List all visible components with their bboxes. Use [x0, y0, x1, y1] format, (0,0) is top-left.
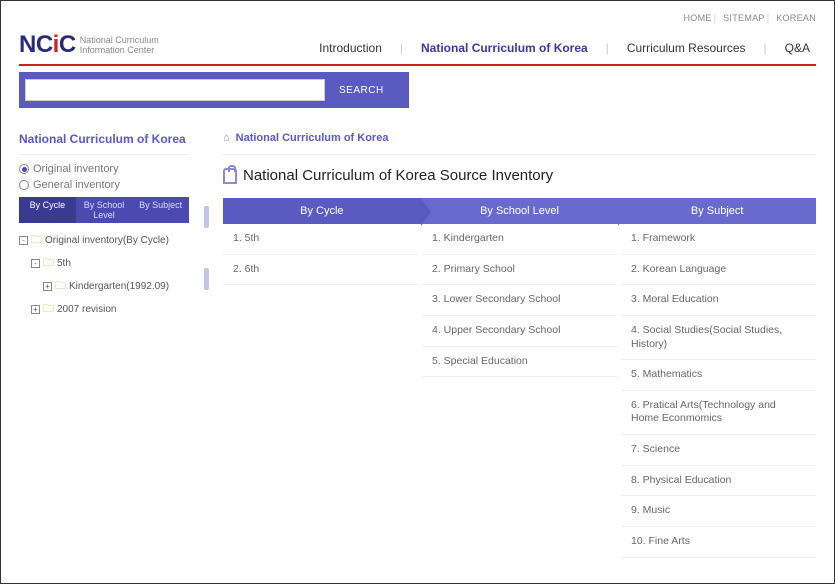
nav-qa[interactable]: Q&A — [779, 37, 816, 59]
list-item[interactable]: 1. 5th — [223, 224, 418, 255]
splitter-handle[interactable] — [204, 268, 209, 290]
radio-icon — [19, 180, 29, 190]
col-by-cycle: 1. 5th 2. 6th — [223, 224, 418, 558]
col-by-school: 1. Kindergarten 2. Primary School 3. Low… — [422, 224, 617, 558]
list-item[interactable]: 2. Primary School — [422, 255, 617, 286]
nav-introduction[interactable]: Introduction — [313, 37, 388, 59]
sidebar-title: National Curriculum of Korea — [19, 126, 189, 155]
breadcrumb-current: National Curriculum of Korea — [236, 132, 389, 144]
top-links: HOME| SITEMAP| KOREAN — [19, 13, 816, 23]
tree-node-kindergarten[interactable]: + 🗀 Kindergarten(1992.09) — [19, 275, 189, 298]
list-item[interactable]: 1. Kindergarten — [422, 224, 617, 255]
folder-icon: 🗀 — [31, 231, 42, 250]
col-head-cycle[interactable]: By Cycle — [223, 198, 421, 224]
sidebar: National Curriculum of Korea Original in… — [19, 126, 189, 558]
collapse-icon[interactable]: - — [19, 236, 28, 245]
toplink-korean[interactable]: KOREAN — [776, 13, 816, 23]
radio-original-inventory[interactable]: Original inventory — [19, 161, 189, 177]
page-title: National Curriculum of Korea Source Inve… — [223, 155, 816, 198]
main-nav: Introduction | National Curriculum of Ko… — [313, 37, 816, 59]
splitter-handle[interactable] — [204, 206, 209, 228]
list-item[interactable]: 7. Science — [621, 435, 816, 466]
list-item[interactable]: 4. Upper Secondary School — [422, 316, 617, 347]
list-item[interactable]: 3. Lower Secondary School — [422, 285, 617, 316]
toplink-home[interactable]: HOME — [683, 13, 711, 23]
nav-curriculum-resources[interactable]: Curriculum Resources — [621, 37, 752, 59]
sidebar-tabs: By Cycle By School Level By Subject — [19, 197, 189, 223]
list-item[interactable]: 10. Fine Arts — [621, 527, 816, 558]
expand-icon[interactable]: + — [43, 282, 52, 291]
tab-by-subject[interactable]: By Subject — [132, 197, 189, 223]
col-head-subject[interactable]: By Subject — [618, 198, 816, 224]
radio-general-inventory[interactable]: General inventory — [19, 177, 189, 193]
column-headers: By Cycle By School Level By Subject — [223, 198, 816, 224]
search-button[interactable]: SEARCH — [325, 78, 398, 102]
list-item[interactable]: 3. Moral Education — [621, 285, 816, 316]
tab-by-school-level[interactable]: By School Level — [76, 197, 133, 223]
list-item[interactable]: 2. Korean Language — [621, 255, 816, 286]
search-input[interactable] — [25, 79, 325, 101]
col-head-school[interactable]: By School Level — [421, 198, 619, 224]
search-bar: SEARCH — [19, 72, 409, 108]
breadcrumb: ⌂ National Curriculum of Korea — [223, 126, 816, 155]
list-item[interactable]: 6. Pratical Arts(Technology and Home Eco… — [621, 391, 816, 435]
list-item[interactable]: 1. Framework — [621, 224, 816, 255]
tree-root[interactable]: - 🗀 Original inventory(By Cycle) — [19, 229, 189, 252]
list-item[interactable]: 2. 6th — [223, 255, 418, 286]
list-item[interactable]: 5. Mathematics — [621, 360, 816, 391]
expand-icon[interactable]: + — [31, 305, 40, 314]
clipboard-icon — [223, 168, 237, 184]
tab-by-cycle[interactable]: By Cycle — [19, 197, 76, 223]
splitter — [203, 126, 209, 558]
logo[interactable]: NCiC National Curriculum Information Cen… — [19, 31, 159, 59]
col-by-subject: 1. Framework 2. Korean Language 3. Moral… — [621, 224, 816, 558]
collapse-icon[interactable]: - — [31, 259, 40, 268]
folder-icon: 🗀 — [43, 254, 54, 273]
home-icon[interactable]: ⌂ — [223, 132, 230, 144]
tree-node-5th[interactable]: - 🗀 5th — [19, 252, 189, 275]
tree-node-2007-revision[interactable]: + 🗀 2007 revision — [19, 298, 189, 321]
tree: - 🗀 Original inventory(By Cycle) - 🗀 5th… — [19, 229, 189, 321]
list-item[interactable]: 5. Special Education — [422, 347, 617, 378]
main-content: ⌂ National Curriculum of Korea National … — [223, 126, 816, 558]
radio-icon — [19, 164, 29, 174]
folder-icon: 🗀 — [43, 300, 54, 319]
list-item[interactable]: 4. Social Studies(Social Studies, Histor… — [621, 316, 816, 360]
list-item[interactable]: 8. Physical Education — [621, 466, 816, 497]
nav-national-curriculum[interactable]: National Curriculum of Korea — [415, 37, 594, 59]
toplink-sitemap[interactable]: SITEMAP — [723, 13, 765, 23]
folder-icon: 🗀 — [55, 277, 66, 296]
list-item[interactable]: 9. Music — [621, 496, 816, 527]
